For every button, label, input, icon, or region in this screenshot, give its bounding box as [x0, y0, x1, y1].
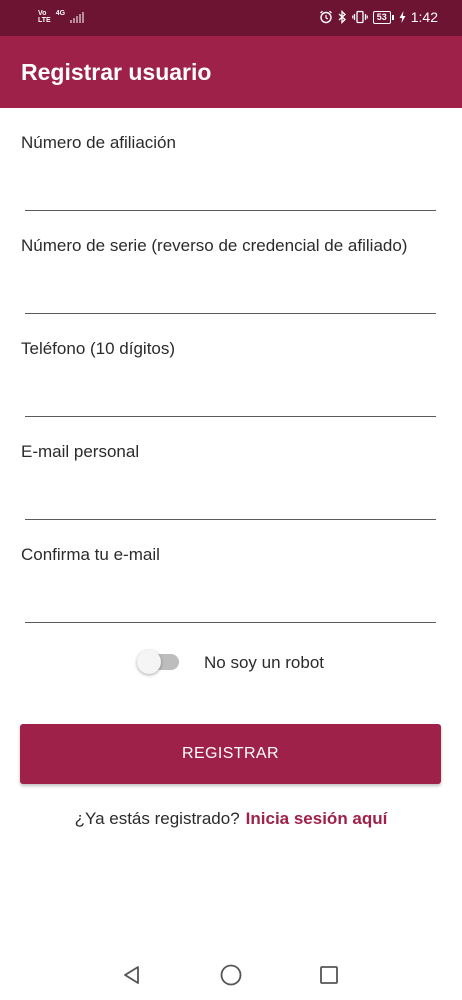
status-right: 53 1:42: [319, 9, 438, 25]
phone-label: Teléfono (10 dígitos): [21, 339, 176, 358]
email-input[interactable]: [25, 489, 436, 520]
network-indicator: 4G: [56, 10, 65, 17]
home-button[interactable]: [218, 962, 244, 988]
serial-number-input[interactable]: [25, 283, 436, 314]
recents-icon: [320, 966, 338, 984]
clock-time: 1:42: [410, 9, 438, 25]
affiliation-number-label: Número de afiliación: [21, 133, 176, 152]
battery-icon: 53: [372, 10, 394, 24]
robot-toggle-label[interactable]: No soy un robot: [204, 653, 324, 673]
signal-icon: [70, 11, 85, 23]
login-prompt: ¿Ya estás registrado? Inicia sesión aquí: [0, 809, 462, 829]
confirm-email-input[interactable]: [25, 592, 436, 623]
volte-indicator: Vo LTE: [38, 10, 51, 24]
back-icon: [124, 966, 139, 984]
robot-toggle[interactable]: [137, 650, 181, 674]
login-question: ¿Ya estás registrado?: [74, 809, 240, 828]
volte-top-text: Vo: [38, 10, 47, 17]
alarm-icon: [319, 10, 332, 24]
charging-icon: [399, 11, 406, 23]
network-text: 4G: [55, 10, 66, 17]
login-link[interactable]: Inicia sesión aquí: [246, 809, 388, 828]
back-button[interactable]: [119, 962, 145, 988]
email-label: E-mail personal: [21, 442, 140, 461]
phone-input[interactable]: [25, 386, 436, 417]
page-title: Registrar usuario: [21, 59, 212, 85]
toggle-thumb[interactable]: [137, 650, 161, 674]
confirm-email-label: Confirma tu e-mail: [21, 545, 160, 564]
register-button[interactable]: REGISTRAR: [20, 724, 441, 784]
serial-number-label: Número de serie (reverso de credencial d…: [21, 236, 408, 255]
status-left: Vo LTE 4G: [38, 10, 85, 24]
battery-level: 53: [372, 10, 391, 24]
volte-bottom-text: LTE: [38, 17, 51, 24]
app-bar: Registrar usuario: [0, 36, 462, 108]
vibrate-icon: [351, 10, 368, 24]
home-icon: [220, 964, 242, 986]
recents-button[interactable]: [316, 962, 342, 988]
system-nav-bar: [0, 950, 462, 1000]
bluetooth-icon: [338, 10, 346, 24]
affiliation-number-input[interactable]: [25, 180, 436, 211]
status-bar: Vo LTE 4G 53 1:42: [0, 0, 462, 36]
